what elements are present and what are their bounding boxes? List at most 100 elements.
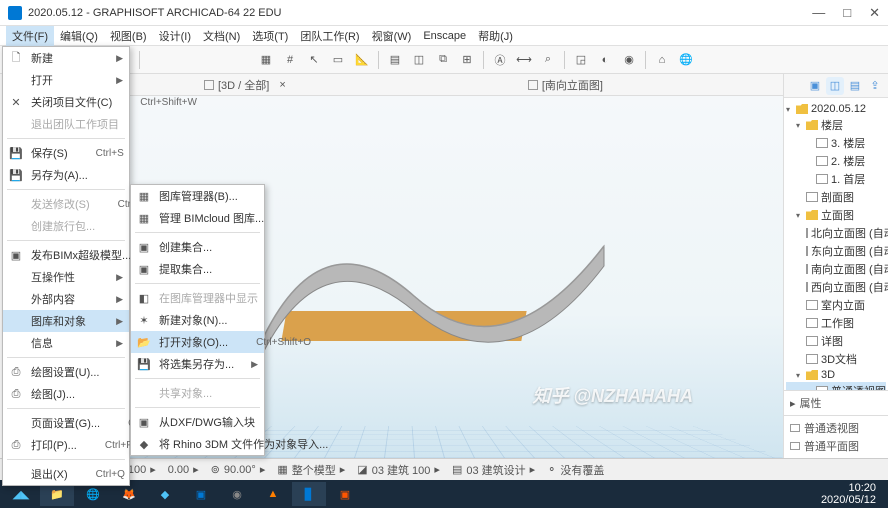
menu-5[interactable]: 选项(T) bbox=[246, 26, 294, 46]
file-menu-dropdown[interactable]: 🗋新建▶打开▶✕关闭项目文件(C)Ctrl+Shift+W退出团队工作项目💾保存… bbox=[2, 46, 130, 486]
menu-item[interactable]: 信息▶ bbox=[3, 332, 129, 354]
tree-item[interactable]: 室内立面 bbox=[786, 296, 886, 314]
menu-item[interactable]: ⎙绘图设置(U)... bbox=[3, 361, 129, 383]
task-app5[interactable]: ▣ bbox=[328, 482, 362, 506]
status-layerset[interactable]: ▤ 03 建筑设计 ▸ bbox=[452, 462, 535, 478]
menu-item[interactable]: 💾将选集另存为...▶ bbox=[131, 353, 264, 375]
section-icon[interactable]: ⧉ bbox=[433, 50, 453, 70]
menu-item[interactable]: 退出(X)Ctrl+Q bbox=[3, 463, 129, 485]
minimize-button[interactable]: — bbox=[812, 5, 825, 21]
menu-item[interactable]: 互操作性▶ bbox=[3, 266, 129, 288]
view-icon[interactable]: ◫ bbox=[409, 50, 429, 70]
tree-item[interactable]: ▾立面图 bbox=[786, 206, 886, 224]
menu-item[interactable]: ▣提取集合... bbox=[131, 258, 264, 280]
view-info-section: 普通透视图 普通平面图 bbox=[784, 415, 888, 458]
menu-2[interactable]: 视图(B) bbox=[104, 26, 153, 46]
grid-icon[interactable]: ▦ bbox=[256, 50, 276, 70]
tree-item[interactable]: 剖面图 bbox=[786, 188, 886, 206]
status-override[interactable]: ⚬ 没有覆盖 bbox=[547, 462, 604, 478]
nav-tab-publish[interactable]: ⇪ bbox=[866, 77, 884, 95]
menu-item[interactable]: 📂打开对象(O)...Ctrl+Shift+O bbox=[131, 331, 264, 353]
3d-icon[interactable]: ◲ bbox=[571, 50, 591, 70]
close-button[interactable]: ✕ bbox=[869, 5, 880, 21]
tree-item[interactable]: 3. 楼层 bbox=[786, 134, 886, 152]
menu-item[interactable]: ⎙打印(P)...Ctrl+P bbox=[3, 434, 129, 456]
status-model[interactable]: ▦ 整个模型 ▸ bbox=[277, 462, 345, 478]
menu-1[interactable]: 编辑(Q) bbox=[54, 26, 104, 46]
nav-tab-view[interactable]: ◫ bbox=[826, 77, 844, 95]
home-icon[interactable]: ⌂ bbox=[652, 50, 672, 70]
menu-item: 发送修改(S)Ctrl+Alt+S bbox=[3, 193, 129, 215]
menu-item[interactable]: ▦图库管理器(B)... bbox=[131, 185, 264, 207]
maximize-button[interactable]: □ bbox=[843, 5, 851, 21]
navigator-tree[interactable]: ▾2020.05.12▾楼层3. 楼层2. 楼层1. 首层剖面图▾立面图北向立面… bbox=[784, 98, 888, 390]
task-app2[interactable]: ▣ bbox=[184, 482, 218, 506]
app-icon bbox=[8, 6, 22, 20]
status-angle[interactable]: ⊚ 90.00° ▸ bbox=[211, 463, 266, 476]
taskbar-clock[interactable]: 10:202020/05/12 bbox=[821, 482, 884, 506]
cursor-icon[interactable]: ↖ bbox=[304, 50, 324, 70]
tree-item[interactable]: 详图 bbox=[786, 332, 886, 350]
menu-4[interactable]: 文档(N) bbox=[197, 26, 246, 46]
task-app3[interactable]: ◉ bbox=[220, 482, 254, 506]
menu-9[interactable]: 帮助(J) bbox=[472, 26, 519, 46]
menu-7[interactable]: 视窗(W) bbox=[366, 26, 418, 46]
camera-icon[interactable]: ◉ bbox=[619, 50, 639, 70]
measure-icon[interactable]: 📐 bbox=[352, 50, 372, 70]
menu-item[interactable]: ▣发布BIMx超级模型... bbox=[3, 244, 129, 266]
menu-item[interactable]: ◆将 Rhino 3DM 文件作为对象导入... bbox=[131, 433, 264, 455]
tree-item[interactable]: 工作图 bbox=[786, 314, 886, 332]
snap-icon[interactable]: # bbox=[280, 50, 300, 70]
menu-0[interactable]: 文件(F) bbox=[6, 26, 54, 46]
status-zoom[interactable]: 0.00 ▸ bbox=[168, 463, 199, 476]
tree-item[interactable]: 普通透视图 bbox=[786, 382, 886, 390]
tree-item[interactable]: 东向立面图 (自动.. bbox=[786, 242, 886, 260]
menu-item[interactable]: 图库和对象▶ bbox=[3, 310, 129, 332]
nav-tab-layout[interactable]: ▤ bbox=[846, 77, 864, 95]
task-app1[interactable]: ◆ bbox=[148, 482, 182, 506]
tree-item[interactable]: ▾楼层 bbox=[786, 116, 886, 134]
menu-item[interactable]: 外部内容▶ bbox=[3, 288, 129, 310]
tree-item[interactable]: 西向立面图 (自动.. bbox=[786, 278, 886, 296]
task-archicad[interactable]: ▊ bbox=[292, 482, 326, 506]
tree-item[interactable]: 1. 首层 bbox=[786, 170, 886, 188]
label-icon[interactable]: ⌕ bbox=[538, 50, 558, 70]
properties-section[interactable]: ▸属性 bbox=[784, 390, 888, 415]
globe-icon[interactable]: 🌐 bbox=[676, 50, 696, 70]
menu-8[interactable]: Enscape bbox=[417, 28, 472, 44]
menu-item[interactable]: 💾另存为(A)... bbox=[3, 164, 129, 186]
menu-item[interactable]: 💾保存(S)Ctrl+S bbox=[3, 142, 129, 164]
render-icon[interactable]: ◐ bbox=[595, 50, 615, 70]
menu-item: 共享对象... bbox=[131, 382, 264, 404]
text-icon[interactable]: Ⓐ bbox=[490, 50, 510, 70]
tree-item[interactable]: ▾3D bbox=[786, 368, 886, 382]
tree-item[interactable]: 3D文档 bbox=[786, 350, 886, 368]
menu-item[interactable]: ✕关闭项目文件(C)Ctrl+Shift+W bbox=[3, 91, 129, 113]
nav-tab-project[interactable]: ▣ bbox=[806, 77, 824, 95]
menu-item[interactable]: ✶新建对象(N)... bbox=[131, 309, 264, 331]
tree-item[interactable]: 北向立面图 (自动.. bbox=[786, 224, 886, 242]
menu-6[interactable]: 团队工作(R) bbox=[294, 26, 365, 46]
tree-item[interactable]: ▾2020.05.12 bbox=[786, 102, 886, 116]
tree-item[interactable]: 南向立面图 (自动.. bbox=[786, 260, 886, 278]
menu-item[interactable]: ▣创建集合... bbox=[131, 236, 264, 258]
task-vlc[interactable]: ▲ bbox=[256, 482, 290, 506]
select-icon[interactable]: ▭ bbox=[328, 50, 348, 70]
library-submenu[interactable]: ▦图库管理器(B)...▦管理 BIMcloud 图库... ▣创建集合...▣提… bbox=[130, 184, 265, 456]
detail-icon[interactable]: ⊞ bbox=[457, 50, 477, 70]
menu-item[interactable]: 页面设置(G)...Ctrl+Shift+P bbox=[3, 412, 129, 434]
menu-item[interactable]: 打开▶ bbox=[3, 69, 129, 91]
dim-icon[interactable]: ⟷ bbox=[514, 50, 534, 70]
status-layer[interactable]: ◪ 03 建筑 100 ▸ bbox=[357, 462, 440, 478]
menu-item[interactable]: 🗋新建▶ bbox=[3, 47, 129, 69]
tab-elevation[interactable]: [南向立面图] bbox=[528, 77, 603, 93]
menu-3[interactable]: 设计(I) bbox=[153, 26, 197, 46]
tab-3d[interactable]: [3D / 全部]× bbox=[204, 77, 286, 93]
menu-item[interactable]: ▦管理 BIMcloud 图库... bbox=[131, 207, 264, 229]
layer-icon[interactable]: ▤ bbox=[385, 50, 405, 70]
menu-item[interactable]: ⎙绘图(J)... bbox=[3, 383, 129, 405]
statusbar: ◁ ⬚ ⊕ ⊖ ⌂ ▷ ◫ ▸ 1:100 ▸ 0.00 ▸ ⊚ 90.00° … bbox=[0, 458, 888, 480]
menu-item[interactable]: ▣从DXF/DWG输入块 bbox=[131, 411, 264, 433]
view-tabs: [3D / 全部]× [南向立面图] bbox=[24, 74, 783, 96]
tree-item[interactable]: 2. 楼层 bbox=[786, 152, 886, 170]
